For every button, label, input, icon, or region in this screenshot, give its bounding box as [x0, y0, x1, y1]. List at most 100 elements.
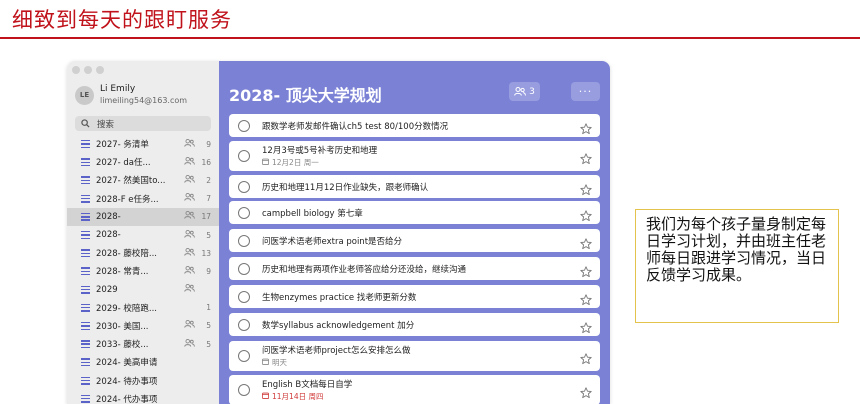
- circle-checkbox-icon[interactable]: [238, 350, 250, 362]
- search-field[interactable]: 搜索: [75, 116, 211, 131]
- list-count: 5: [206, 339, 211, 349]
- list-label: 2029: [96, 284, 118, 295]
- sidebar-list-item[interactable]: 2028- 常青... 9: [67, 262, 219, 280]
- task-row[interactable]: 数学syllabus acknowledgement 加分: [229, 313, 600, 336]
- task-row[interactable]: 跟数学老师发邮件确认ch5 test 80/100分数情况: [229, 114, 600, 137]
- sidebar-list-item[interactable]: 2028- 17: [67, 207, 219, 226]
- list-label: 2024- 代办事项: [96, 394, 158, 404]
- sidebar-list-item[interactable]: 2027- 务清单 9: [67, 135, 219, 153]
- star-icon[interactable]: [580, 150, 592, 169]
- task-title: 历史和地理11月12日作业缺失，跟老师确认: [262, 182, 429, 193]
- list-icon: [81, 212, 90, 221]
- list-detail: 2028- 顶尖大学规划 3 ··· 跟数学老师发邮件确认ch5 test 80…: [219, 61, 610, 404]
- avatar: LE: [75, 85, 94, 105]
- task-row[interactable]: 问医学术语老师extra point是否给分: [229, 229, 600, 252]
- list-label: 2030- 美国...: [96, 321, 149, 332]
- list-label: 2028- 藤校陪...: [96, 249, 158, 260]
- list-icon: [81, 140, 90, 149]
- list-count: 7: [206, 194, 211, 204]
- people-icon: [184, 247, 195, 259]
- task-row[interactable]: 历史和地理11月12日作业缺失，跟老师确认: [229, 175, 600, 198]
- list-icon: [81, 340, 90, 349]
- sidebar-list-item[interactable]: 2028- 藤校陪... 13: [67, 244, 219, 262]
- list-icon: [81, 376, 90, 385]
- circle-checkbox-icon[interactable]: [238, 234, 250, 247]
- circle-checkbox-icon[interactable]: [238, 206, 250, 219]
- task-due-date: 11月14日 周四: [262, 391, 574, 402]
- people-icon: [184, 338, 195, 350]
- sidebar-list-item[interactable]: 2028-F e任务... 7: [67, 190, 219, 208]
- sidebar-list-item[interactable]: 2027- da任... 16: [67, 153, 219, 171]
- task-lists: 2027- 务清单 9 2027- da任... 16 2027- 然美国to... 2 2…: [67, 135, 219, 404]
- more-options-button[interactable]: ···: [571, 82, 600, 101]
- list-icon: [81, 285, 90, 294]
- star-icon[interactable]: [580, 207, 592, 226]
- list-icon: [81, 158, 90, 167]
- minimize-window-button[interactable]: [84, 66, 92, 74]
- list-label: 2024- 美高申请: [96, 358, 158, 369]
- list-icon: [81, 249, 90, 258]
- task-row[interactable]: 问医学术语老师project怎么安排怎么做 明天: [229, 341, 600, 371]
- circle-checkbox-icon[interactable]: [238, 119, 250, 132]
- zoom-window-button[interactable]: [96, 66, 104, 74]
- list-icon: [81, 303, 90, 312]
- circle-checkbox-icon[interactable]: [238, 150, 250, 162]
- share-button[interactable]: 3: [509, 82, 540, 101]
- people-icon: [184, 193, 195, 204]
- circle-checkbox-icon[interactable]: [238, 290, 250, 303]
- app-window: LE Li Emily limeiling54@163.com 搜索 2027-…: [67, 61, 610, 404]
- star-icon[interactable]: [580, 181, 592, 200]
- star-icon[interactable]: [580, 319, 592, 338]
- circle-checkbox-icon[interactable]: [238, 318, 250, 331]
- account-profile[interactable]: LE Li Emily limeiling54@163.com: [75, 84, 187, 106]
- sidebar-list-item[interactable]: 2024- 待办事项: [67, 371, 219, 389]
- task-row[interactable]: 12月3号或5号补考历史和地理 12月2日 周一: [229, 141, 600, 171]
- calendar-icon: [262, 358, 269, 367]
- sidebar-list-item[interactable]: 2028- 5: [67, 226, 219, 244]
- star-icon[interactable]: [580, 120, 592, 139]
- sidebar-list-item[interactable]: 2024- 美高申请: [67, 353, 219, 371]
- task-row[interactable]: English B文档每日自学 11月14日 周四: [229, 375, 600, 404]
- people-icon: [184, 284, 195, 295]
- list-count: 9: [206, 139, 211, 149]
- list-label: 2027- da任...: [96, 158, 151, 169]
- list-count: 5: [206, 230, 211, 240]
- task-row[interactable]: 历史和地理有两项作业老师答应给分还没给，继续沟通: [229, 257, 600, 280]
- note-box: 我们为每个孩子量身制定每日学习计划，并由班主任老师每日跟进学习情况，当日反馈学习…: [635, 209, 839, 323]
- star-icon[interactable]: [580, 291, 592, 310]
- task-title: English B文档每日自学: [262, 380, 353, 390]
- sidebar-list-item[interactable]: 2024- 代办事项: [67, 390, 219, 404]
- sidebar-list-item[interactable]: 2027- 然美国to... 2: [67, 171, 219, 189]
- people-icon: [184, 265, 195, 277]
- sidebar-list-item[interactable]: 2029: [67, 281, 219, 299]
- sidebar-list-item[interactable]: 2030- 美国... 5: [67, 317, 219, 335]
- people-icon: [184, 211, 195, 222]
- task-title: 问医学术语老师project怎么安排怎么做: [262, 346, 411, 356]
- list-title: 2028- 顶尖大学规划: [229, 86, 382, 105]
- list-label: 2028- 常青...: [96, 267, 149, 278]
- star-icon[interactable]: [580, 350, 592, 369]
- circle-checkbox-icon[interactable]: [238, 262, 250, 275]
- list-count: 1: [206, 303, 211, 313]
- list-label: 2028-: [96, 230, 121, 241]
- star-icon[interactable]: [580, 263, 592, 282]
- sidebar-list-item[interactable]: 2033- 藤校... 5: [67, 335, 219, 353]
- list-count: 13: [201, 248, 211, 258]
- list-label: 2024- 待办事项: [96, 376, 158, 387]
- circle-checkbox-icon[interactable]: [238, 180, 250, 193]
- list-count: 5: [206, 321, 211, 331]
- task-row[interactable]: campbell biology 第七章: [229, 201, 600, 224]
- list-icon: [81, 267, 90, 276]
- list-count: 16: [201, 157, 211, 167]
- circle-checkbox-icon[interactable]: [238, 384, 250, 396]
- task-title: 生物enzymes practice 找老师更新分数: [262, 292, 417, 303]
- task-title: 问医学术语老师extra point是否给分: [262, 236, 403, 247]
- star-icon[interactable]: [580, 235, 592, 254]
- task-row[interactable]: 生物enzymes practice 找老师更新分数: [229, 285, 600, 308]
- search-icon: [81, 119, 90, 128]
- sidebar-list-item[interactable]: 2029- 校陪跑... 1: [67, 299, 219, 317]
- list-label: 2033- 藤校...: [96, 340, 149, 351]
- star-icon[interactable]: [580, 384, 592, 403]
- close-window-button[interactable]: [72, 66, 80, 74]
- list-icon: [81, 176, 90, 185]
